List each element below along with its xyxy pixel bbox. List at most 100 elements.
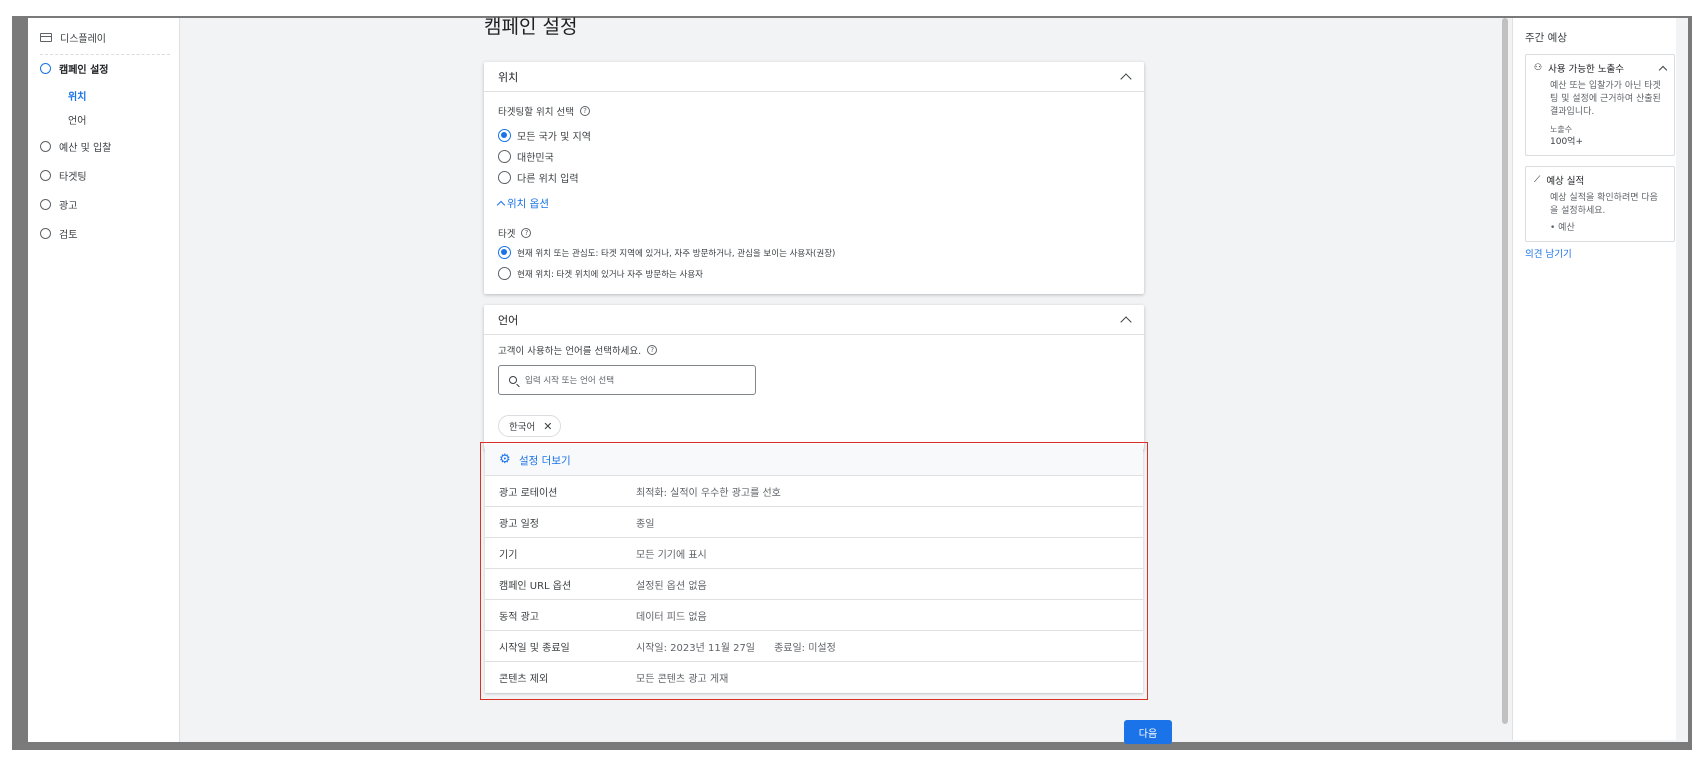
chevron-up-icon[interactable] xyxy=(1120,315,1132,328)
step-budget-bidding[interactable]: 예산 및 입찰 xyxy=(40,139,111,154)
display-icon xyxy=(40,33,52,42)
target-option-presence[interactable]: 현재 위치: 타겟 위치에 있거나 자주 방문하는 사용자 xyxy=(498,267,703,280)
step-label: 예산 및 입찰 xyxy=(59,143,112,154)
target-option-presence-interest[interactable]: 현재 위치 또는 관심도: 타겟 지역에 있거나, 자주 방문하거나, 관심을 … xyxy=(498,246,835,259)
bullet-text: 예산 xyxy=(1558,223,1575,233)
language-chip[interactable]: 한국어 ✕ xyxy=(498,415,562,437)
language-search-input[interactable]: 입력 시작 또는 언어 선택 xyxy=(498,365,756,395)
card-body: 예산 또는 입찰가가 아닌 타겟팅 및 설정에 근거하여 산출된 결과입니다. xyxy=(1550,81,1661,117)
more-settings-header[interactable]: ⚙ 설정 더보기 xyxy=(485,445,1143,475)
chevron-up-icon[interactable] xyxy=(1120,72,1132,85)
language-prompt: 고객이 사용하는 언어를 선택하세요. ? xyxy=(498,343,658,357)
setting-value: 모든 기기에 표시 xyxy=(636,549,707,561)
chevron-up-icon[interactable] xyxy=(1658,65,1668,75)
available-impressions-card: ⚇ 사용 가능한 노출수 예산 또는 입찰가가 아닌 타겟팅 및 설정에 근거하… xyxy=(1525,54,1675,156)
radio-label: 현재 위치 또는 관심도: 타겟 지역에 있거나, 자주 방문하거나, 관심을 … xyxy=(517,248,836,259)
setting-row-dynamic-ads[interactable]: 동적 광고 데이터 피드 없음 xyxy=(485,599,1143,630)
card-title: 사용 가능한 노출수 xyxy=(1548,64,1625,75)
substep-language[interactable]: 언어 xyxy=(68,112,86,127)
step-label: 캠페인 설정 xyxy=(59,65,109,76)
more-settings-highlight: ⚙ 설정 더보기 광고 로테이션 최적화: 실적이 우수한 광고를 선호 광고 … xyxy=(480,442,1148,700)
radio-selected-icon[interactable] xyxy=(498,129,511,142)
gear-icon: ⚙ xyxy=(499,452,511,467)
setting-key: 동적 광고 xyxy=(499,611,539,623)
setting-row-devices[interactable]: 기기 모든 기기에 표시 xyxy=(485,537,1143,568)
chevron-up-icon xyxy=(496,200,506,210)
help-icon[interactable]: ? xyxy=(579,106,590,116)
radio-label: 대한민국 xyxy=(517,153,554,164)
step-campaign-settings[interactable]: 캠페인 설정 xyxy=(40,61,108,76)
search-placeholder: 입력 시작 또는 언어 선택 xyxy=(525,376,615,386)
estimated-performance-header: ⟋ 예상 실적 xyxy=(1534,173,1666,187)
stepper-sidebar: 디스플레이 캠페인 설정 위치 언어 예산 및 입찰 타겟팅 광고 검토 xyxy=(28,18,180,742)
help-icon[interactable]: ? xyxy=(521,228,532,238)
step-label: 검토 xyxy=(59,230,78,241)
page-title: 캠페인 설정 xyxy=(484,16,578,38)
step-status-icon xyxy=(40,141,51,152)
metric-value: 100억+ xyxy=(1550,137,1583,147)
target-label: 타겟 xyxy=(498,229,516,240)
available-impressions-header[interactable]: ⚇ 사용 가능한 노출수 xyxy=(1534,61,1668,75)
help-icon[interactable]: ? xyxy=(647,345,658,355)
location-prompt-text: 타겟팅할 위치 선택 xyxy=(498,107,574,118)
language-card-header[interactable]: 언어 xyxy=(484,305,1144,335)
setting-row-content-exclusions[interactable]: 콘텐츠 제외 모든 콘텐츠 광고 게재 xyxy=(485,661,1143,692)
more-settings-panel: ⚙ 설정 더보기 광고 로테이션 최적화: 실적이 우수한 광고를 선호 광고 … xyxy=(485,445,1143,693)
setting-row-ad-rotation[interactable]: 광고 로테이션 최적화: 실적이 우수한 광고를 선호 xyxy=(485,475,1143,506)
more-settings-title: 설정 더보기 xyxy=(519,454,571,467)
step-label: 타겟팅 xyxy=(59,172,87,183)
location-prompt: 타겟팅할 위치 선택 ? xyxy=(498,104,590,118)
estimated-performance-card: ⟋ 예상 실적 예상 실적을 확인하려면 다음을 설정하세요. • 예산 xyxy=(1525,166,1675,242)
target-prompt: 타겟 ? xyxy=(498,226,532,240)
setting-value: 시작일: 2023년 11월 27일 종료일: 미설정 xyxy=(636,642,836,654)
setting-value: 종일 xyxy=(636,518,655,530)
radio-icon[interactable] xyxy=(498,150,511,163)
setting-key: 캠페인 URL 옵션 xyxy=(499,580,572,592)
setting-key: 기기 xyxy=(499,549,518,561)
radio-label: 모든 국가 및 지역 xyxy=(517,132,591,143)
feedback-link[interactable]: 의견 남기기 xyxy=(1525,246,1572,260)
setting-value: 설정된 옵션 없음 xyxy=(636,580,707,592)
setting-row-ad-schedule[interactable]: 광고 일정 종일 xyxy=(485,506,1143,537)
step-targeting[interactable]: 타겟팅 xyxy=(40,168,87,183)
radio-icon[interactable] xyxy=(498,171,511,184)
weekly-estimates-title: 주간 예상 xyxy=(1525,32,1567,44)
location-card-header[interactable]: 위치 xyxy=(484,62,1144,92)
step-status-icon xyxy=(40,199,51,210)
search-icon xyxy=(509,376,517,384)
sidebar-divider xyxy=(40,54,170,55)
setting-row-start-end-dates[interactable]: 시작일 및 종료일 시작일: 2023년 11월 27일 종료일: 미설정 xyxy=(485,630,1143,661)
setting-row-campaign-url-options[interactable]: 캠페인 URL 옵션 설정된 옵션 없음 xyxy=(485,568,1143,599)
location-options-toggle[interactable]: 위치 옵션 xyxy=(496,196,549,211)
step-ads[interactable]: 광고 xyxy=(40,197,77,212)
substep-location[interactable]: 위치 xyxy=(68,88,86,103)
location-option-other[interactable]: 다른 위치 입력 xyxy=(498,170,579,185)
weekly-estimates-panel: 주간 예상 ⚇ 사용 가능한 노출수 예산 또는 입찰가가 아닌 타겟팅 및 설… xyxy=(1512,18,1676,740)
trending-icon: ⟋ xyxy=(1534,175,1541,185)
campaign-type-label: 디스플레이 xyxy=(60,34,106,45)
location-card-title: 위치 xyxy=(498,70,519,84)
step-review[interactable]: 검토 xyxy=(40,226,77,241)
step-status-icon xyxy=(40,228,51,239)
radio-selected-icon[interactable] xyxy=(498,246,511,259)
location-option-all[interactable]: 모든 국가 및 지역 xyxy=(498,128,591,143)
language-card: 언어 고객이 사용하는 언어를 선택하세요. ? 입력 시작 또는 언어 선택 … xyxy=(484,305,1144,450)
performance-bullet: • 예산 xyxy=(1550,223,1575,233)
card-title: 예상 실적 xyxy=(1546,176,1585,187)
step-status-icon xyxy=(40,63,51,74)
setting-value: 모든 콘텐츠 광고 게재 xyxy=(636,673,729,685)
setting-key: 콘텐츠 제외 xyxy=(499,673,549,685)
next-button[interactable]: 다음 xyxy=(1124,720,1172,744)
display-campaign-type: 디스플레이 xyxy=(40,30,106,45)
radio-label: 다른 위치 입력 xyxy=(517,174,579,185)
setting-key: 광고 일정 xyxy=(499,518,539,530)
radio-icon[interactable] xyxy=(498,267,511,280)
step-label: 광고 xyxy=(59,201,78,212)
main-scrollbar[interactable] xyxy=(1502,18,1508,724)
language-card-title: 언어 xyxy=(498,313,519,327)
radio-label: 현재 위치: 타겟 위치에 있거나 자주 방문하는 사용자 xyxy=(517,269,703,280)
setting-value: 최적화: 실적이 우수한 광고를 선호 xyxy=(636,487,781,499)
location-option-korea[interactable]: 대한민국 xyxy=(498,149,554,164)
close-icon[interactable]: ✕ xyxy=(543,420,552,433)
setting-key: 광고 로테이션 xyxy=(499,487,558,499)
